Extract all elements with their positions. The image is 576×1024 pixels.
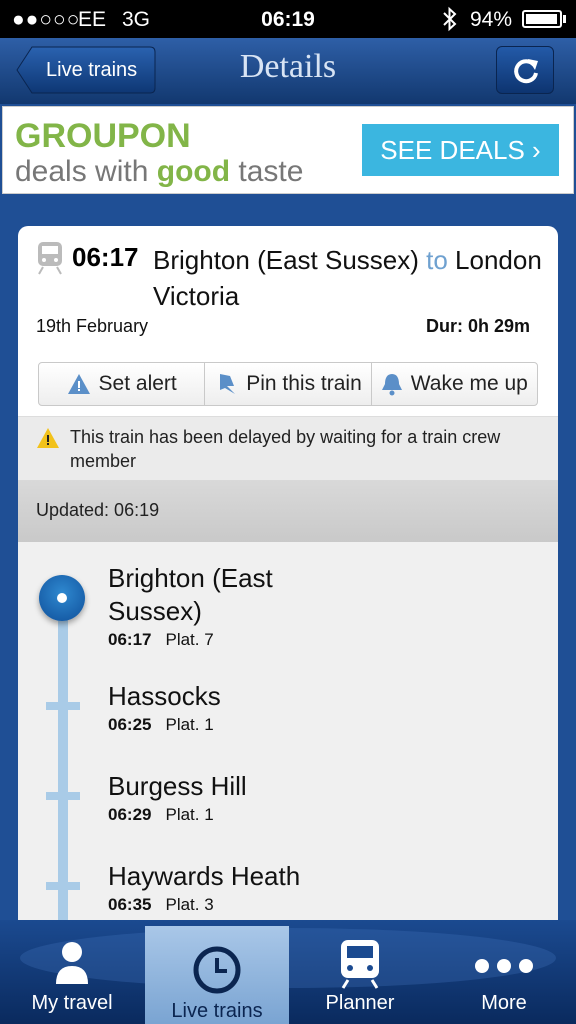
navigation-bar: Live trains Details	[0, 38, 576, 104]
ad-tagline-highlight: good	[156, 155, 231, 188]
stop-name: Hassocks	[108, 681, 221, 711]
stop-name: Haywards Heath	[108, 861, 301, 891]
stop-platform: Plat. 7	[165, 630, 214, 649]
list-item[interactable]: Brighton (East Sussex) 06:17 Plat. 7	[108, 562, 328, 650]
delay-message: This train has been delayed by waiting f…	[70, 427, 501, 471]
tab-label: More	[481, 992, 527, 1014]
ad-tagline-prefix: deals with	[15, 155, 157, 188]
see-deals-button[interactable]: SEE DEALS ›	[362, 124, 559, 176]
stop-platform: Plat. 3	[165, 895, 214, 914]
pin-icon	[220, 374, 236, 394]
battery-tip	[563, 15, 566, 23]
tab-label: My travel	[31, 992, 113, 1014]
list-item[interactable]: Hassocks 06:25 Plat. 1	[108, 680, 221, 735]
battery-percent: 94%	[470, 8, 513, 31]
origin-marker	[39, 575, 85, 621]
tab-live-trains[interactable]: Live trains	[145, 926, 289, 1024]
tab-planner[interactable]: Planner	[288, 920, 432, 1024]
list-item[interactable]: Burgess Hill 06:29 Plat. 1	[108, 770, 247, 825]
route-line	[58, 602, 68, 946]
route-connector: to	[426, 245, 448, 275]
alert-icon	[67, 374, 90, 394]
updated-time: Updated: 06:19	[36, 500, 160, 520]
train-details-card: 06:17 Brighton (East Sussex) to London V…	[18, 226, 558, 946]
origin-station: Brighton (East Sussex)	[153, 245, 419, 275]
stop-meta: 06:35 Plat. 3	[108, 895, 300, 915]
warning-icon	[37, 428, 59, 448]
bluetooth-icon	[443, 6, 457, 32]
journey-duration: Dur: 0h 29m	[425, 316, 530, 336]
ad-tagline-suffix: taste	[230, 155, 304, 188]
stop-marker	[46, 882, 80, 890]
tab-label: Planner	[325, 992, 395, 1014]
stop-name: Brighton (East Sussex)	[108, 563, 273, 626]
status-bar: ●●○○○ EE 3G 06:19 94%	[0, 0, 576, 38]
stop-time: 06:25	[108, 715, 152, 734]
person-icon	[56, 942, 88, 984]
stop-platform: Plat. 1	[165, 715, 214, 734]
bell-icon	[381, 374, 402, 396]
page-title: Details	[239, 48, 337, 85]
refresh-button[interactable]	[496, 46, 554, 94]
calling-points: Brighton (East Sussex) 06:17 Plat. 7 Hass…	[18, 542, 558, 946]
wake-me-up-label: Wake me up	[410, 372, 528, 395]
clock-icon	[193, 946, 241, 994]
stop-time: 06:17	[108, 630, 152, 649]
tab-my-travel[interactable]: My travel	[0, 920, 144, 1024]
departure-time: 06:17	[72, 242, 139, 272]
groupon-logo: GROUPON	[15, 117, 191, 155]
tab-bar: My travel Live trains Planner More	[0, 920, 576, 1024]
stop-time: 06:29	[108, 805, 152, 824]
tab-more[interactable]: More	[432, 920, 576, 1024]
stop-meta: 06:25 Plat. 1	[108, 715, 221, 735]
set-alert-button[interactable]: Set alert	[39, 363, 206, 405]
ellipsis-icon	[475, 959, 533, 973]
battery-icon	[522, 10, 562, 28]
stop-meta: 06:17 Plat. 7	[108, 630, 328, 650]
stop-platform: Plat. 1	[165, 805, 214, 824]
route-description: Brighton (East Sussex) to London Victori…	[153, 242, 543, 314]
delay-warning: This train has been delayed by waiting f…	[18, 416, 558, 481]
stop-time: 06:35	[108, 895, 152, 914]
pin-train-button[interactable]: Pin this train	[205, 363, 372, 405]
train-icon	[341, 940, 379, 989]
stop-marker	[46, 702, 80, 710]
pin-train-label: Pin this train	[246, 372, 362, 395]
list-item[interactable]: Haywards Heath 06:35 Plat. 3	[108, 860, 300, 915]
wake-me-up-button[interactable]: Wake me up	[372, 363, 537, 405]
stop-name: Burgess Hill	[108, 771, 247, 801]
stop-meta: 06:29 Plat. 1	[108, 805, 247, 825]
action-buttons: Set alert Pin this train Wake me up	[38, 362, 538, 406]
set-alert-label: Set alert	[98, 372, 177, 395]
groupon-ad-banner[interactable]: GROUPON deals with good taste SEE DEALS …	[2, 106, 574, 194]
tab-label: Live trains	[171, 1000, 263, 1022]
updated-bar: Updated: 06:19	[18, 480, 558, 542]
journey-date: 19th February	[36, 316, 149, 336]
stop-marker	[46, 792, 80, 800]
ad-tagline: deals with good taste	[15, 155, 303, 189]
train-icon	[38, 242, 62, 275]
refresh-icon	[514, 59, 538, 84]
